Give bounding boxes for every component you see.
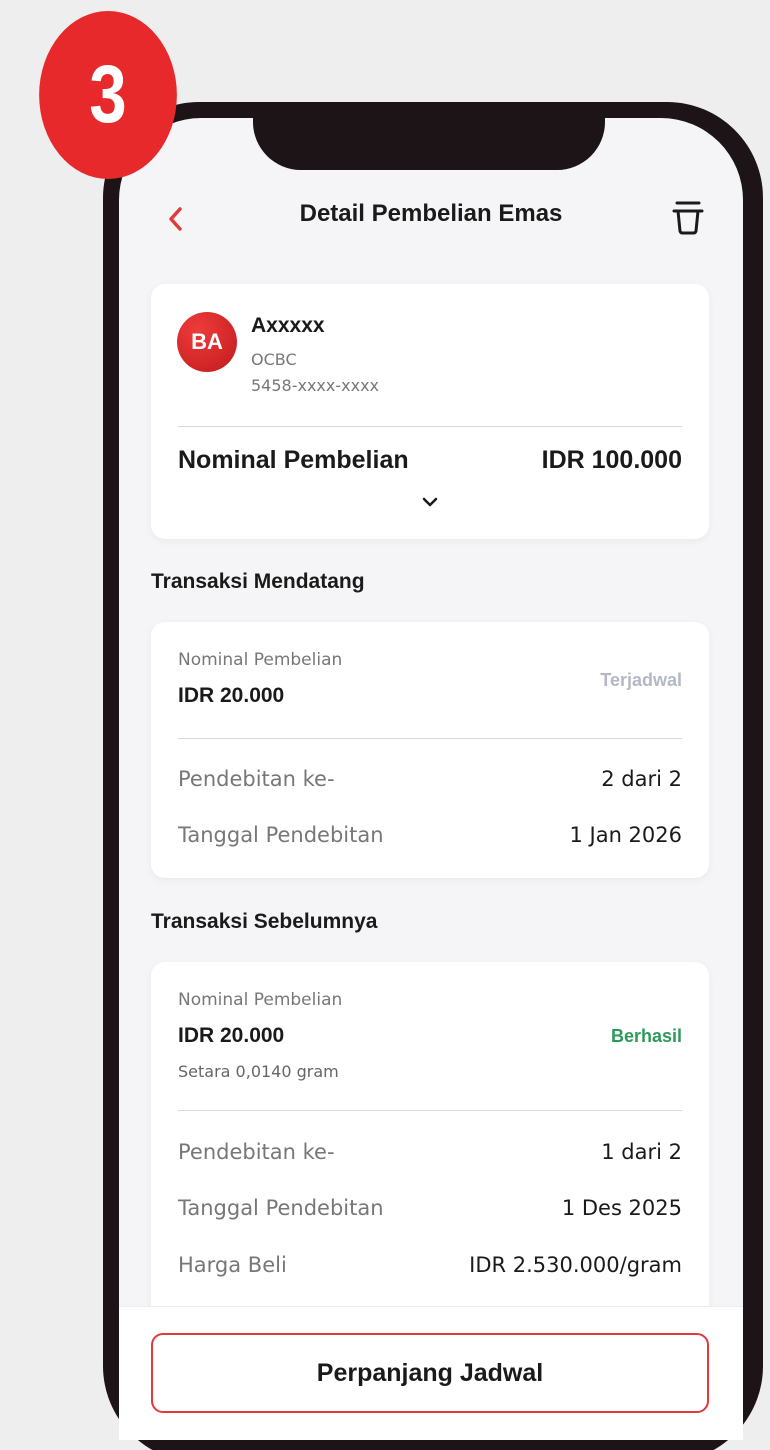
phone-screen: Detail Pembelian Emas BA Axxxxx OCBC 545… xyxy=(119,118,743,1440)
detail-value: 2 dari 2 xyxy=(601,767,682,791)
detail-value: 1 Des 2025 xyxy=(561,1196,682,1220)
detail-value: 1 dari 2 xyxy=(601,1140,682,1164)
detail-label: Harga Beli xyxy=(178,1253,287,1277)
amount-value: IDR 20.000 xyxy=(178,1024,285,1047)
account-name: Axxxxx xyxy=(251,314,325,337)
summary-value: IDR 100.000 xyxy=(541,446,682,474)
bank-name: OCBC xyxy=(251,350,297,369)
detail-label: Tanggal Pendebitan xyxy=(178,823,384,847)
status-badge: Berhasil xyxy=(610,1026,682,1046)
amount-label: Nominal Pembelian xyxy=(178,650,343,670)
section-title-upcoming: Transaksi Mendatang xyxy=(151,570,365,593)
detail-label: Tanggal Pendebitan xyxy=(178,1196,384,1220)
summary-label: Nominal Pembelian xyxy=(178,446,409,474)
extend-schedule-button[interactable]: Perpanjang Jadwal xyxy=(151,1333,709,1413)
divider xyxy=(178,426,682,427)
divider xyxy=(178,1110,682,1111)
account-number: 5458-xxxx-xxxx xyxy=(251,376,380,395)
avatar: BA xyxy=(177,312,237,372)
phone-notch xyxy=(253,102,605,170)
divider xyxy=(178,738,682,739)
trash-icon[interactable] xyxy=(671,198,705,236)
detail-label: Pendebitan ke- xyxy=(178,1140,335,1164)
detail-label: Pendebitan ke- xyxy=(178,767,335,791)
gram-equivalent: Setara 0,0140 gram xyxy=(178,1062,339,1081)
amount-label: Nominal Pembelian xyxy=(178,990,343,1010)
status-badge: Terjadwal xyxy=(600,670,682,690)
previous-transaction-card: Nominal Pembelian IDR 20.000 Berhasil Se… xyxy=(151,962,709,1322)
upcoming-transaction-card: Nominal Pembelian IDR 20.000 Terjadwal P… xyxy=(151,622,709,878)
detail-value: 1 Jan 2026 xyxy=(569,823,682,847)
detail-value: IDR 2.530.000/gram xyxy=(469,1253,682,1277)
section-title-previous: Transaksi Sebelumnya xyxy=(151,910,378,933)
account-card: BA Axxxxx OCBC 5458-xxxx-xxxx Nominal Pe… xyxy=(151,284,709,539)
step-number-badge: 3 xyxy=(39,11,177,179)
page-title: Detail Pembelian Emas xyxy=(299,200,563,227)
chevron-down-icon[interactable] xyxy=(420,494,440,508)
amount-value: IDR 20.000 xyxy=(178,684,285,707)
bottom-action-bar: Perpanjang Jadwal xyxy=(119,1306,743,1440)
